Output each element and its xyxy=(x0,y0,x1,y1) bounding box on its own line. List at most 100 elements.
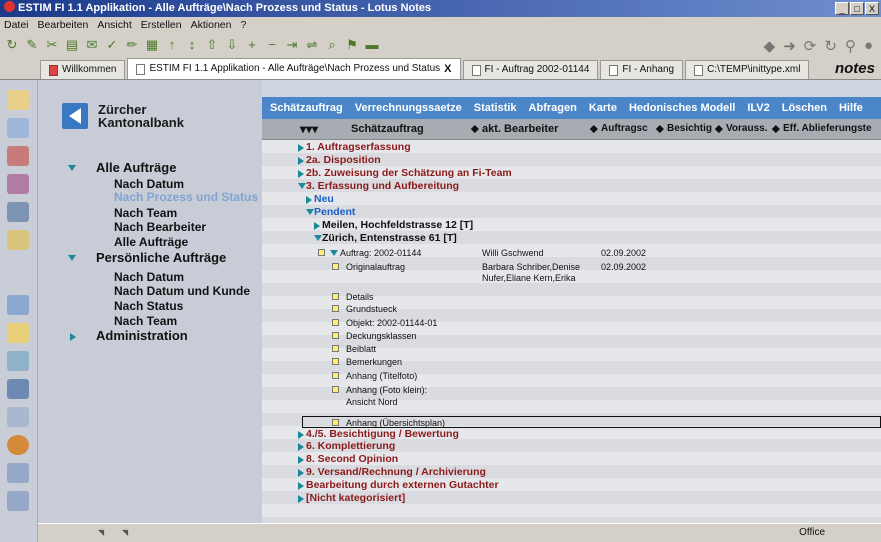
menu-item-4[interactable]: Aktionen xyxy=(191,19,232,31)
clip-icon[interactable]: ⌕ xyxy=(324,38,340,52)
twisty-collapsed-icon[interactable] xyxy=(298,170,304,178)
home-icon[interactable]: ● xyxy=(864,37,873,55)
view-row-title-line2[interactable]: Ansicht Nord xyxy=(346,397,398,408)
discussion-icon[interactable] xyxy=(7,463,29,483)
view-row-title[interactable]: Bemerkungen xyxy=(346,357,402,368)
nav-item[interactable]: Administration xyxy=(96,328,188,343)
tab-0[interactable]: Willkommen xyxy=(40,60,126,79)
twisty-expanded-icon[interactable] xyxy=(68,165,76,171)
close-button[interactable]: X xyxy=(865,2,879,15)
status-arrow-icon[interactable]: ◥ xyxy=(98,528,104,537)
expand-icon[interactable]: ⇩ xyxy=(224,38,240,52)
maximize-button[interactable]: □ xyxy=(850,2,864,15)
twisty-collapsed-icon[interactable] xyxy=(298,144,304,152)
view-row-title[interactable]: Grundstueck xyxy=(346,304,397,315)
action-button[interactable]: ILV2 xyxy=(747,102,769,114)
action-button[interactable]: Hilfe xyxy=(839,102,863,114)
mail-icon[interactable] xyxy=(7,90,29,110)
nav-item[interactable]: Nach Bearbeiter xyxy=(114,220,206,234)
more-bookmarks-icon[interactable] xyxy=(7,435,29,455)
search-icon[interactable]: ⚲ xyxy=(845,37,856,55)
stop-icon[interactable]: ⟳ xyxy=(804,37,817,55)
nav-item[interactable]: Nach Team xyxy=(114,314,177,328)
column-header-ablieferung[interactable]: Eff. Ablieferungste xyxy=(783,123,872,134)
twisty-collapsed-icon[interactable] xyxy=(298,495,304,503)
sort-icon[interactable]: ⬥ xyxy=(590,123,598,136)
sort-up-icon[interactable]: ↑ xyxy=(164,38,180,52)
attach-icon[interactable]: ✉ xyxy=(84,38,100,52)
sort-icon[interactable]: ⬥ xyxy=(772,123,780,136)
twisty-collapsed-icon[interactable] xyxy=(314,222,320,230)
bookmarks-icon[interactable] xyxy=(7,407,29,427)
sort-icon[interactable]: ⬥ xyxy=(715,123,723,136)
twisty-expanded-icon[interactable] xyxy=(306,209,314,215)
nav-item[interactable]: Alle Aufträge xyxy=(114,235,188,249)
menu-item-2[interactable]: Ansicht xyxy=(97,19,131,31)
twisty-collapsed-icon[interactable] xyxy=(298,482,304,490)
design-icon[interactable]: ✏ xyxy=(124,38,140,52)
view-category-row[interactable]: 8. Second Opinion xyxy=(306,453,398,466)
expand-all-icon[interactable]: ▾▾▾ xyxy=(300,122,318,136)
calendar-icon[interactable] xyxy=(7,118,29,138)
view-category-row[interactable]: 2a. Disposition xyxy=(306,154,381,167)
twisty-collapsed-icon[interactable] xyxy=(298,157,304,165)
documents-icon[interactable] xyxy=(7,491,29,511)
action-button[interactable]: Karte xyxy=(589,102,617,114)
nav-item[interactable]: Nach Datum xyxy=(114,177,184,191)
action-button[interactable]: Abfragen xyxy=(529,102,577,114)
view-category-row[interactable]: 6. Komplettierung xyxy=(306,440,395,453)
forward-icon[interactable]: ➜ xyxy=(783,37,796,55)
favorites-icon[interactable] xyxy=(7,230,29,250)
menu-item-5[interactable]: ? xyxy=(240,19,246,31)
view-category-row[interactable]: 3. Erfassung und Aufbereitung xyxy=(306,180,459,193)
add-icon[interactable]: + xyxy=(244,38,260,52)
tools-icon[interactable]: ✂ xyxy=(44,38,60,52)
back-icon[interactable]: ◆ xyxy=(764,37,776,55)
view-row-title[interactable]: Objekt: 2002-01144-01 xyxy=(346,318,437,329)
column-header-bearbeiter[interactable]: akt. Bearbeiter xyxy=(482,123,558,135)
column-header-schaetzauftrag[interactable]: Schätzauftrag xyxy=(351,123,424,135)
tab-2[interactable]: FI - Auftrag 2002-01144 xyxy=(462,60,599,79)
action-button[interactable]: Schätzauftrag xyxy=(270,102,343,114)
web-icon[interactable] xyxy=(7,351,29,371)
view-category-row[interactable]: 1. Auftragserfassung xyxy=(306,141,411,154)
view-row-title[interactable]: Originalauftrag xyxy=(346,262,405,273)
nav-item[interactable]: Nach Team xyxy=(114,206,177,220)
action-button[interactable]: Statistik xyxy=(474,102,517,114)
twisty-expanded-icon[interactable] xyxy=(330,250,338,256)
column-header-vorauss[interactable]: Vorauss. xyxy=(726,123,768,134)
link-icon[interactable]: ⇌ xyxy=(304,38,320,52)
todo-icon[interactable] xyxy=(7,174,29,194)
sort-icon[interactable]: ↕ xyxy=(184,38,200,52)
folder-icon[interactable] xyxy=(7,323,29,343)
nav-item[interactable]: Nach Status xyxy=(114,299,183,313)
twisty-collapsed-icon[interactable] xyxy=(298,443,304,451)
address-book-icon[interactable] xyxy=(7,146,29,166)
view-category-row[interactable]: Bearbeitung durch externen Gutachter xyxy=(306,479,499,492)
history-icon[interactable] xyxy=(7,379,29,399)
location-indicator[interactable]: Office xyxy=(799,527,825,538)
menu-item-1[interactable]: Bearbeiten xyxy=(38,19,89,31)
remove-icon[interactable]: − xyxy=(264,38,280,52)
print-icon[interactable]: ▤ xyxy=(64,38,80,52)
view-row-title[interactable]: Details xyxy=(346,292,374,303)
menu-item-0[interactable]: Datei xyxy=(4,19,29,31)
open-icon[interactable]: ✎ xyxy=(24,38,40,52)
refresh-icon[interactable]: ↻ xyxy=(4,38,20,52)
view-row-title[interactable]: Deckungsklassen xyxy=(346,331,417,342)
refresh-page-icon[interactable]: ↻ xyxy=(824,37,837,55)
tab-close-icon[interactable]: X xyxy=(444,60,451,78)
databases-icon[interactable] xyxy=(7,295,29,315)
tab-1[interactable]: ESTIM FI 1.1 Applikation - Alle Aufträge… xyxy=(127,58,461,79)
nav-item[interactable]: Nach Prozess und Status xyxy=(114,190,258,204)
collapse-icon[interactable]: ⇧ xyxy=(204,38,220,52)
view-row-title[interactable]: Beiblatt xyxy=(346,344,376,355)
action-button[interactable]: Hedonisches Modell xyxy=(629,102,735,114)
view-category-row[interactable]: Pendent xyxy=(314,206,355,219)
replicator-icon[interactable] xyxy=(7,202,29,222)
column-header-besichtigung[interactable]: Besichtig xyxy=(667,123,712,134)
nav-item[interactable]: Nach Datum xyxy=(114,270,184,284)
nav-item[interactable]: Alle Aufträge xyxy=(96,160,176,175)
nav-item[interactable]: Persönliche Aufträge xyxy=(96,250,226,265)
menu-item-3[interactable]: Erstellen xyxy=(141,19,182,31)
